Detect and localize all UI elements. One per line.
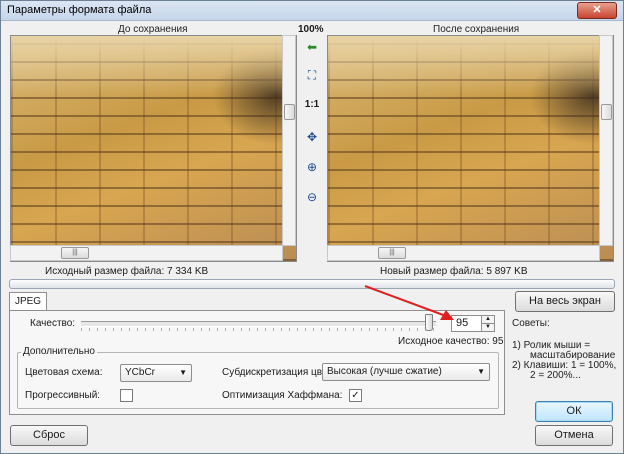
fullscreen-button[interactable]: На весь экран [515, 291, 615, 312]
huffman-label: Оптимизация Хаффмана: [222, 390, 343, 401]
actual-size-button[interactable]: 1:1 [302, 96, 322, 114]
before-label: До сохранения [118, 24, 188, 35]
tips-title: Советы: [512, 318, 550, 329]
new-file-size: Новый размер файла: 5 897 KB [380, 266, 528, 277]
window-title: Параметры формата файла [7, 4, 152, 16]
cancel-button[interactable]: Отмена [535, 425, 613, 446]
zoom-out-icon[interactable]: ⊖ [302, 188, 322, 206]
scroll-thumb[interactable] [601, 104, 612, 120]
huffman-checkbox[interactable]: ✓ [349, 389, 362, 402]
arrow-left-icon[interactable]: ⬅ [302, 38, 322, 56]
color-scheme-value: YCbCr [125, 367, 156, 378]
chevron-down-icon: ▼ [179, 368, 187, 377]
progress-bar [9, 279, 615, 289]
preview-before-vscroll[interactable] [282, 35, 296, 246]
preview-after[interactable] [327, 35, 614, 262]
fit-to-window-icon[interactable]: ⛶ [302, 66, 322, 84]
ok-button[interactable]: ОК [535, 401, 613, 422]
preview-before-hscroll[interactable]: ||| [10, 245, 283, 261]
title-bar: Параметры формата файла ✕ [1, 1, 623, 21]
original-file-size: Исходный размер файла: 7 334 KB [45, 266, 209, 277]
preview-after-vscroll[interactable] [599, 35, 613, 246]
tab-jpeg[interactable]: JPEG [9, 292, 47, 311]
close-button[interactable]: ✕ [577, 2, 617, 19]
subsampling-value: Высокая (лучше сжатие) [327, 366, 442, 377]
move-icon[interactable]: ✥ [302, 128, 322, 146]
chevron-down-icon: ▼ [477, 367, 485, 376]
quality-label: Качество: [30, 318, 76, 329]
preview-after-hscroll[interactable]: ||| [327, 245, 600, 261]
progressive-checkbox[interactable] [120, 389, 133, 402]
reset-button[interactable]: Сброс [10, 425, 88, 446]
scroll-thumb[interactable]: ||| [378, 247, 406, 259]
zoom-level: 100% [298, 24, 324, 35]
zoom-in-icon[interactable]: ⊕ [302, 158, 322, 176]
progressive-label: Прогрессивный: [25, 390, 101, 401]
subsampling-select[interactable]: Высокая (лучше сжатие) ▼ [322, 363, 490, 381]
spin-down-icon[interactable]: ▼ [481, 323, 495, 332]
advanced-group-label: Дополнительно [21, 346, 97, 357]
slider-ticks [81, 328, 436, 331]
after-label: После сохранения [433, 24, 520, 35]
color-scheme-label: Цветовая схема: [25, 367, 103, 378]
scroll-thumb[interactable]: ||| [61, 247, 89, 259]
scroll-thumb[interactable] [284, 104, 295, 120]
color-scheme-select[interactable]: YCbCr ▼ [120, 364, 192, 382]
preview-before[interactable] [10, 35, 297, 262]
original-quality: Исходное качество: 95 [398, 336, 504, 347]
tips-line: 2 = 200%... [530, 370, 581, 381]
annotation-arrow-icon [364, 285, 454, 320]
